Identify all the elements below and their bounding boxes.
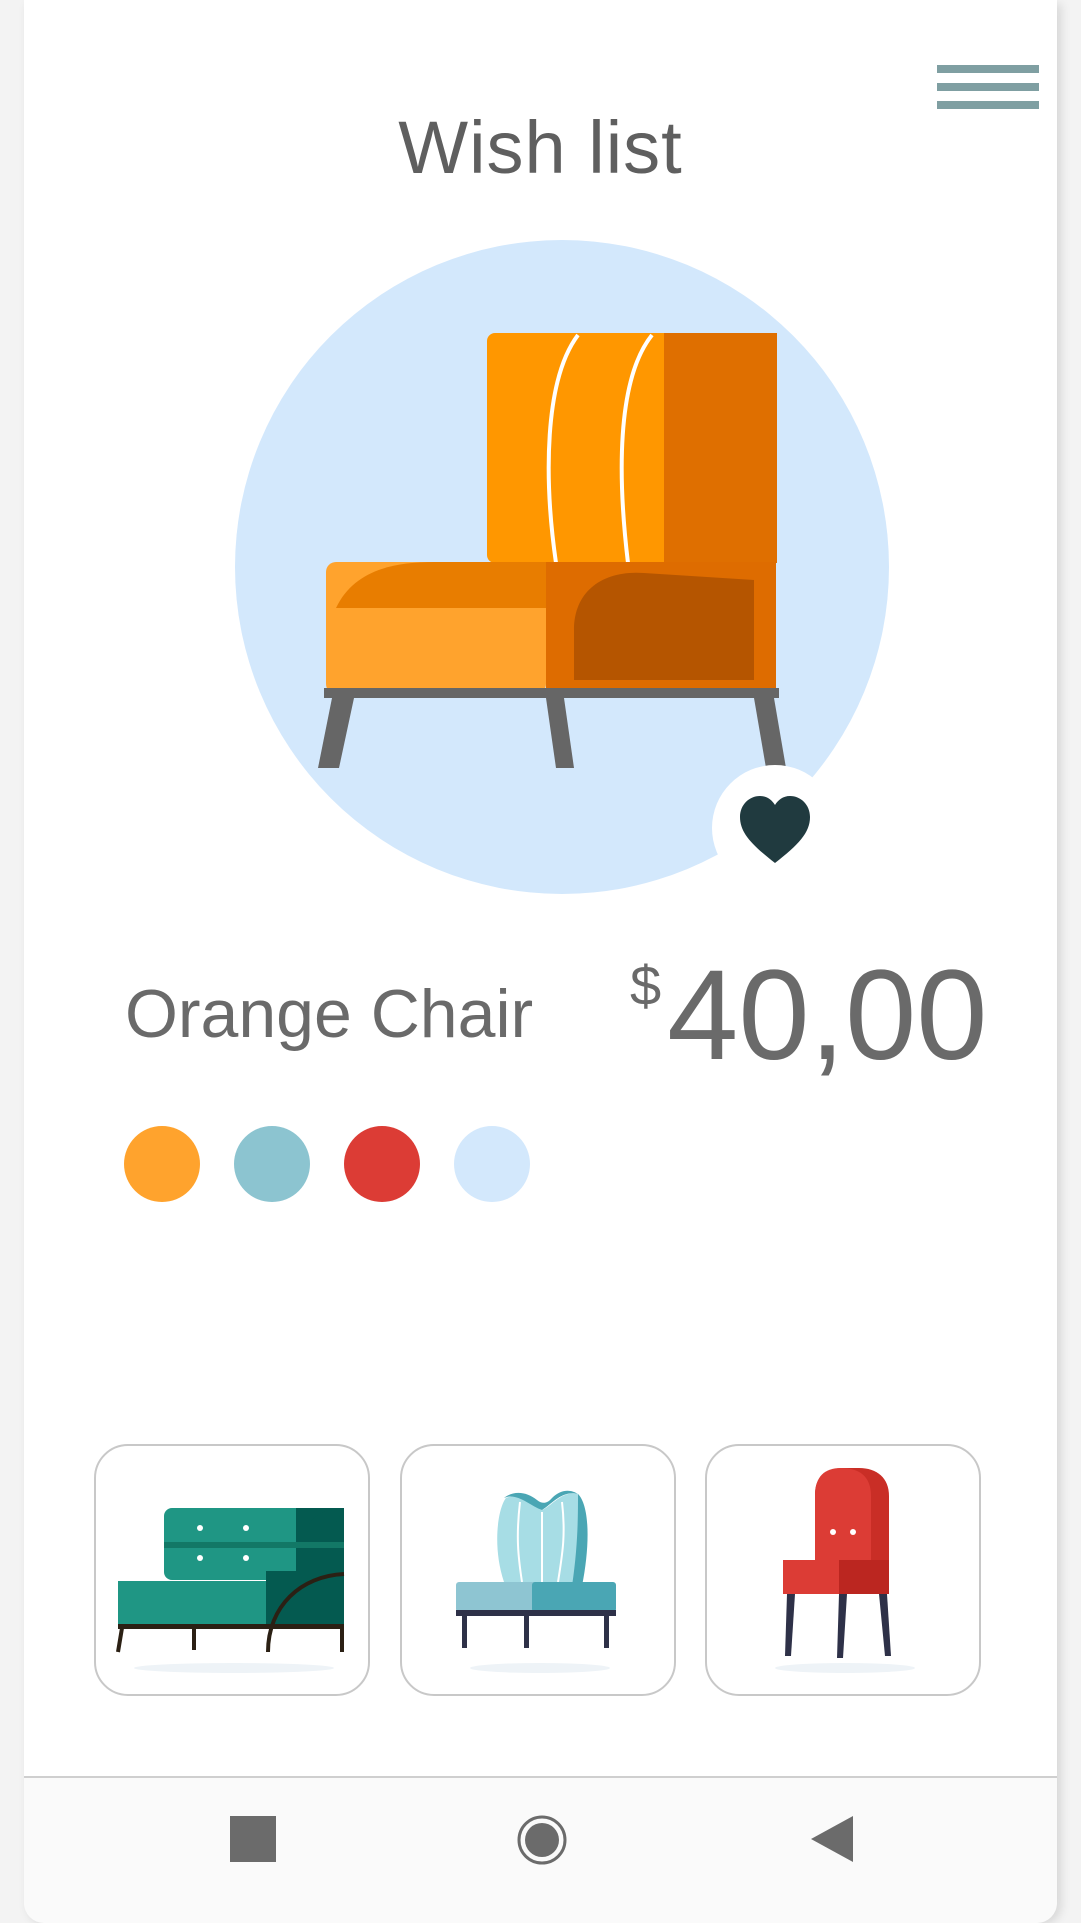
price-currency: $	[630, 954, 662, 1017]
color-swatch-orange[interactable]	[124, 1126, 200, 1202]
back-button[interactable]	[811, 1816, 853, 1867]
square-icon	[230, 1816, 276, 1862]
hamburger-menu-icon[interactable]	[937, 65, 1039, 109]
circle-icon	[517, 1815, 567, 1865]
blue-armchair-icon	[456, 1490, 616, 1673]
page-title: Wish list	[398, 106, 683, 189]
recent-apps-button[interactable]	[230, 1816, 276, 1867]
product-card-green-sofa[interactable]	[94, 1444, 370, 1696]
product-price: $40,00	[630, 952, 987, 1080]
home-button[interactable]	[516, 1814, 568, 1871]
product-card-blue-armchair[interactable]	[400, 1444, 676, 1696]
color-swatch-light-blue[interactable]	[454, 1126, 530, 1202]
app-screen: Wish list Orange Chair $40,00	[24, 0, 1057, 1923]
color-swatch-red[interactable]	[344, 1126, 420, 1202]
color-swatch-blue[interactable]	[234, 1126, 310, 1202]
triangle-back-icon	[811, 1816, 853, 1862]
favorite-button[interactable]	[712, 765, 838, 891]
price-amount: 40,00	[667, 944, 988, 1087]
system-navigation-bar	[24, 1776, 1057, 1923]
heart-icon	[740, 796, 810, 863]
red-chair-icon	[775, 1468, 915, 1673]
product-name: Orange Chair	[125, 976, 534, 1052]
product-card-red-chair[interactable]	[705, 1444, 981, 1696]
green-sofa-icon	[116, 1508, 345, 1673]
